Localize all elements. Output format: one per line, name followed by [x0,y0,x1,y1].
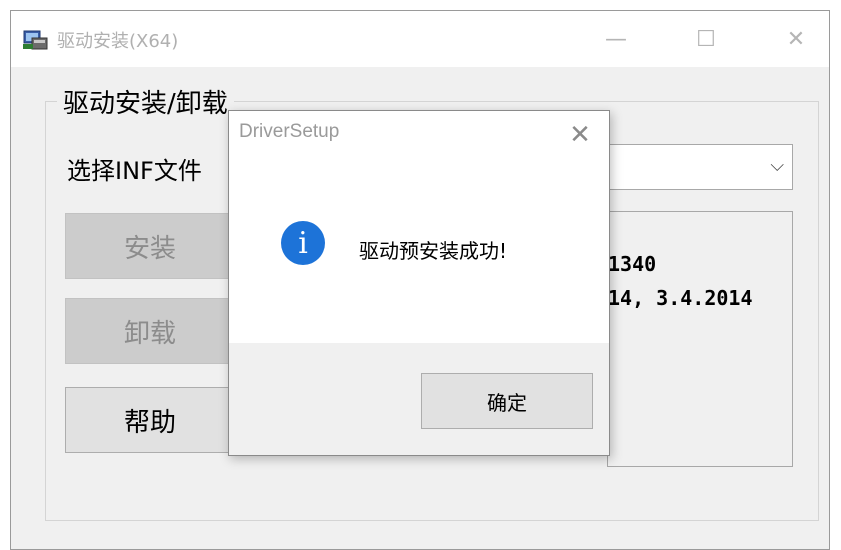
minimize-button[interactable]: — [586,11,646,67]
inf-file-select[interactable]: ⌵ [607,144,793,190]
driver-info-line: 14, 3.4.2014 [608,286,753,310]
window-title: 驱动安装(X64) [57,31,179,52]
groupbox-title: 驱动安装/卸载 [57,83,234,120]
ok-button[interactable]: 确定 [421,373,593,429]
dialog-close-button[interactable]: ✕ [557,115,603,155]
inf-file-label: 选择INF文件 [67,157,202,185]
app-icon [23,29,49,51]
uninstall-button[interactable]: 卸载 [65,298,235,364]
help-button[interactable]: 帮助 [65,387,235,453]
driver-info-line: 1340 [608,252,657,276]
install-button[interactable]: 安装 [65,213,235,279]
title-bar: 驱动安装(X64) — ☐ ✕ [11,11,829,67]
driver-info-panel: 1340 14, 3.4.2014 [607,211,793,467]
dialog-title: DriverSetup [239,121,340,142]
info-icon: i [281,221,325,265]
maximize-button[interactable]: ☐ [676,11,736,67]
message-dialog: DriverSetup ✕ i 驱动预安装成功! 确定 [228,110,610,456]
chevron-down-icon: ⌵ [770,155,784,176]
close-button[interactable]: ✕ [766,11,826,67]
dialog-message: 驱动预安装成功! [359,239,508,263]
